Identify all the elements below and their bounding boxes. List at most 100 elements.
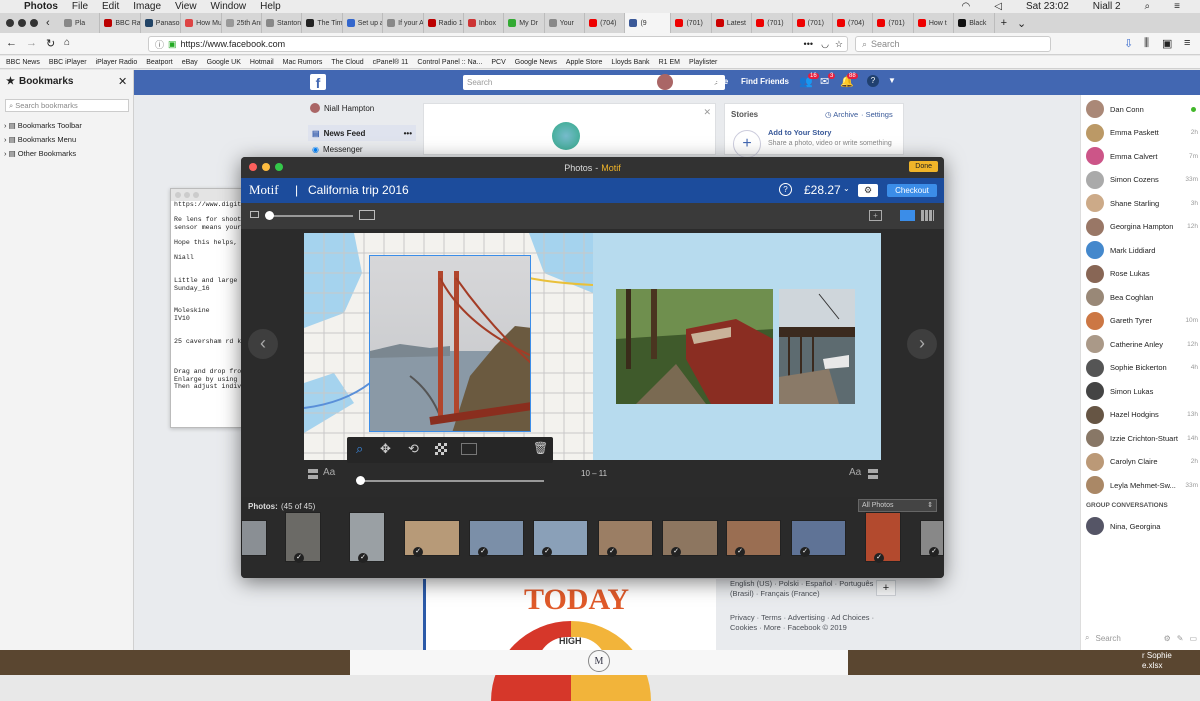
bookmark-item[interactable]: R1 EM — [659, 59, 680, 66]
forward-icon[interactable]: → — [26, 37, 37, 49]
photo-thumbnail[interactable] — [241, 520, 267, 556]
photo-thumbnail[interactable]: ✓ — [662, 520, 718, 557]
library-icon[interactable]: ⫼ — [1144, 37, 1149, 50]
bookmark-item[interactable]: cPanel® 11 — [373, 59, 409, 66]
browser-tab[interactable]: Set up and — [343, 13, 384, 33]
downloads-icon[interactable]: ⇩ — [1124, 37, 1133, 50]
browser-tab[interactable]: Inbox — [464, 13, 505, 33]
chat-contact[interactable]: Izzie Crichton-Stuart 14h — [1086, 428, 1198, 448]
bookmark-item[interactable]: Google News — [515, 59, 557, 66]
bookmark-star-icon[interactable]: ☆ — [835, 39, 843, 50]
photo-zoom-slider[interactable] — [360, 480, 544, 482]
more-options-icon[interactable]: ••• — [404, 129, 412, 138]
facebook-logo-icon[interactable]: f — [310, 74, 326, 91]
desktop-file-name[interactable]: e.xlsx — [1142, 661, 1162, 670]
close-window-icon[interactable] — [249, 163, 257, 171]
photo-zoom-slider-handle[interactable] — [356, 476, 365, 485]
photo-filter-select[interactable]: All Photos ⇕ — [858, 499, 937, 512]
chat-contact[interactable]: Dan Conn — [1086, 99, 1198, 119]
bookmark-item[interactable]: Mac Rumors — [283, 59, 323, 66]
search-input[interactable]: ⌕ Search — [855, 36, 1051, 52]
bookmark-item[interactable]: Playlister — [689, 59, 717, 66]
zoom-window-icon[interactable] — [30, 19, 38, 27]
chat-contact[interactable]: Hazel Hodgins 13h — [1086, 405, 1198, 425]
photo-thumbnail[interactable]: ✓ — [469, 520, 524, 557]
menu-window[interactable]: Window — [211, 1, 247, 12]
archive-link[interactable]: ◷ Archive — [825, 110, 858, 119]
bookmark-item[interactable]: Beatport — [146, 59, 172, 66]
chat-contact[interactable]: Simon Lukas — [1086, 381, 1198, 401]
menu-edit[interactable]: Edit — [102, 1, 119, 12]
chat-contact[interactable]: Simon Cozens 33m — [1086, 170, 1198, 190]
add-story-icon[interactable]: + — [733, 130, 761, 158]
tab-scroll-left-icon[interactable]: ‹ — [46, 17, 50, 29]
bookmark-item[interactable]: Apple Store — [566, 59, 603, 66]
grid-view-icon[interactable] — [921, 210, 934, 221]
transparency-icon[interactable] — [435, 443, 447, 455]
bookmark-search-input[interactable]: ⌕ Search bookmarks — [5, 99, 129, 112]
browser-tab[interactable]: Radio 1 - — [424, 13, 464, 33]
browser-tab[interactable]: (9 — [625, 13, 672, 33]
spread-view-icon[interactable] — [900, 210, 915, 221]
textedit-content[interactable]: https://www.digit Re lens for shoot sensor… — [171, 201, 241, 391]
page-size-slider[interactable] — [267, 215, 353, 217]
textedit-window[interactable]: https://www.digit Re lens for shoot sensor… — [170, 188, 242, 428]
pocket-icon[interactable]: ◡ — [821, 39, 829, 50]
chat-contact[interactable]: Sophie Bickerton 4h — [1086, 358, 1198, 378]
browser-tab[interactable]: How Musi — [181, 13, 222, 33]
bookmark-item[interactable]: iPlayer Radio — [96, 59, 138, 66]
browser-tab[interactable]: (704) — [585, 13, 626, 33]
chat-search-input[interactable]: ⌕ Search ⚙ ✎ ▭ — [1085, 631, 1197, 645]
browser-tab[interactable]: Black — [954, 13, 995, 33]
browser-tab[interactable]: If your Ap — [383, 13, 424, 33]
menu-help[interactable]: Help — [260, 1, 281, 12]
tab-list-icon[interactable]: ⌄ — [1017, 17, 1026, 30]
browser-tab[interactable]: (704) — [833, 13, 874, 33]
chat-contact[interactable]: Leyla Mehmet-Sw... 33m — [1086, 475, 1198, 495]
user-name[interactable]: Niall 2 — [1093, 1, 1121, 12]
browser-tab[interactable]: My Dr — [504, 13, 545, 33]
photo-thumbnail[interactable]: ✓ — [791, 520, 846, 557]
nav-profile[interactable]: Niall Hampton — [310, 103, 374, 113]
bookmark-folder-menu[interactable]: › ▤ Bookmarks Menu — [4, 133, 82, 147]
help-button[interactable]: ? — [779, 183, 792, 196]
chat-contact[interactable]: Bea Coghlan — [1086, 287, 1198, 307]
browser-tab[interactable]: (701) — [671, 13, 712, 33]
expand-icon[interactable]: ▭ — [1189, 634, 1197, 643]
find-friends-link[interactable]: Find Friends — [741, 77, 789, 86]
chat-contact[interactable]: Emma Paskett 2h — [1086, 123, 1198, 143]
right-layout-icon[interactable] — [868, 469, 878, 479]
sidebar-toggle-icon[interactable]: ▣ — [1162, 37, 1172, 50]
photo-thumbnail[interactable]: ✓ — [865, 512, 901, 563]
back-icon[interactable]: ← — [6, 37, 17, 49]
checkout-button[interactable]: Checkout — [887, 184, 937, 197]
gear-icon[interactable]: ⚙ — [1164, 634, 1171, 643]
bookmark-item[interactable]: Lloyds Bank — [611, 59, 649, 66]
reload-icon[interactable]: ↻ — [46, 37, 55, 50]
browser-tab[interactable]: BBC Radio — [100, 13, 141, 33]
close-window-icon[interactable] — [175, 192, 181, 198]
settings-button[interactable]: ⚙ — [858, 184, 878, 197]
browser-tab[interactable]: Pla — [60, 13, 101, 33]
browser-tab[interactable]: 25th Anni — [222, 13, 262, 33]
chat-contact[interactable]: Shane Starling 3h — [1086, 193, 1198, 213]
chevron-down-icon[interactable]: ⌄ — [843, 184, 850, 193]
bookmark-item[interactable]: Control Panel :: Na... — [417, 59, 482, 66]
page-size-slider-handle[interactable] — [265, 211, 274, 220]
new-tab-icon[interactable]: + — [1001, 17, 1007, 29]
wifi-icon[interactable]: ◠ — [962, 1, 971, 12]
move-icon[interactable]: ✥ — [380, 441, 391, 457]
add-language-button[interactable]: + — [876, 580, 896, 596]
info-icon[interactable]: ⓘ — [155, 38, 164, 51]
previous-page-button[interactable]: ‹ — [248, 329, 278, 359]
page-actions-icon[interactable]: ••• — [804, 39, 813, 49]
add-page-icon[interactable]: + — [869, 210, 882, 221]
bookmark-item[interactable]: Google UK — [207, 59, 241, 66]
minimize-window-icon[interactable] — [18, 19, 26, 27]
photo-thumbnail[interactable]: ✓ — [533, 520, 588, 557]
close-window-icon[interactable] — [6, 19, 14, 27]
close-icon[interactable]: ✕ — [703, 107, 711, 118]
train-photo[interactable] — [616, 289, 773, 404]
small-page-icon[interactable] — [250, 211, 259, 218]
spotlight-icon[interactable]: ⌕ — [1145, 1, 1151, 12]
